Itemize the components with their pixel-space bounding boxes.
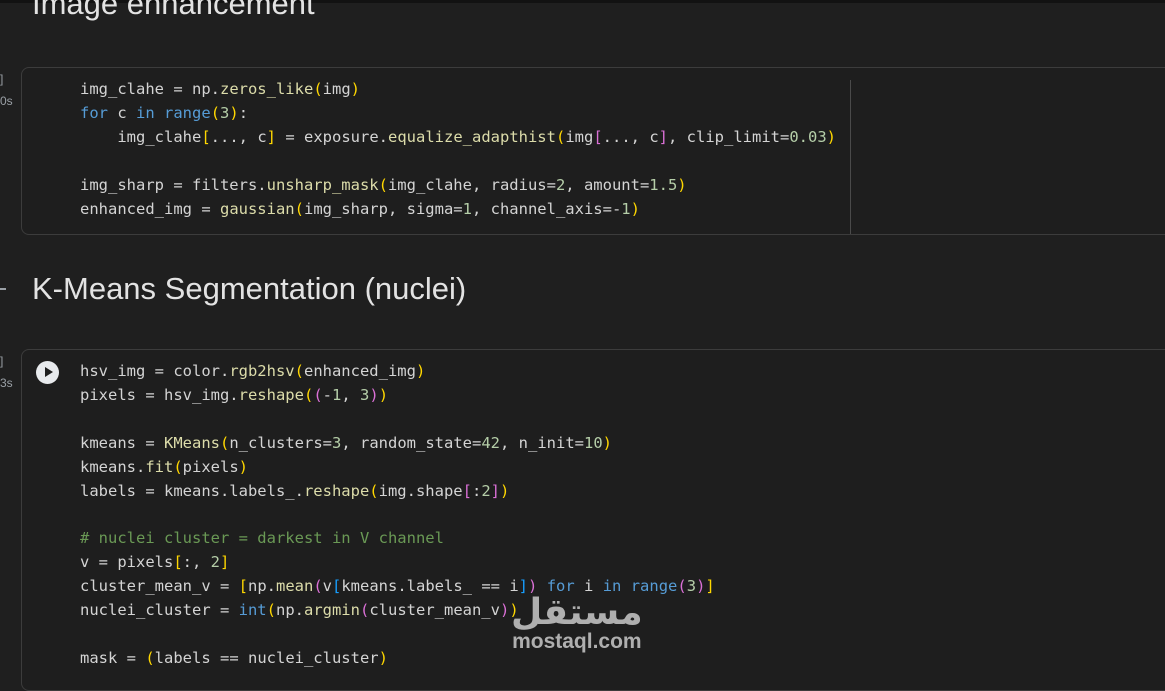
- cell1-exec-time: 0s: [0, 94, 13, 108]
- code-line: ​: [80, 503, 715, 527]
- watermark-arabic-text: مستقل: [511, 592, 643, 633]
- code-line: v = pixels[:, 2]: [80, 553, 230, 572]
- watermark-latin-text: mostaql.com: [512, 630, 642, 653]
- code-line: hsv_img = color.rgb2hsv(enhanced_img): [80, 362, 426, 380]
- code-line: labels = kmeans.labels_.reshape(img.shap…: [80, 481, 510, 500]
- cell2-exec-bracket: ]: [0, 354, 4, 368]
- code-line: img_sharp = filters.unsharp_mask(img_cla…: [80, 175, 687, 194]
- code-line: ​: [80, 408, 715, 432]
- code-line: enhanced_img = gaussian(img_sharp, sigma…: [80, 199, 640, 218]
- code-line: # nuclei cluster = darkest in V channel: [80, 529, 444, 548]
- mostaql-watermark-logo: مستقل mostaql.com: [511, 592, 643, 653]
- code-line: img_clahe = np.zeros_like(img): [80, 80, 360, 98]
- line-length-ruler: [850, 80, 851, 234]
- code-line: kmeans.fit(pixels): [80, 457, 249, 476]
- code-line: pixels = hsv_img.reshape((-1, 3)): [80, 385, 389, 404]
- section-heading-image-enhancement: Image enhancement: [32, 0, 315, 21]
- section-heading-kmeans: K-Means Segmentation (nuclei): [32, 271, 467, 306]
- code-editor-cell1[interactable]: img_clahe = np.zeros_like(img)for c in r…: [80, 78, 836, 221]
- cell2-exec-time: 3s: [0, 376, 13, 390]
- code-line: img_clahe[..., c] = exposure.equalize_ad…: [80, 127, 837, 146]
- play-icon[interactable]: [36, 361, 59, 384]
- code-line: kmeans = KMeans(n_clusters=3, random_sta…: [80, 433, 613, 452]
- cell1-exec-bracket: ]: [0, 72, 4, 86]
- code-line: for c in range(3):: [80, 103, 249, 122]
- collapse-section-icon[interactable]: [0, 288, 6, 290]
- code-line: ​: [80, 150, 836, 174]
